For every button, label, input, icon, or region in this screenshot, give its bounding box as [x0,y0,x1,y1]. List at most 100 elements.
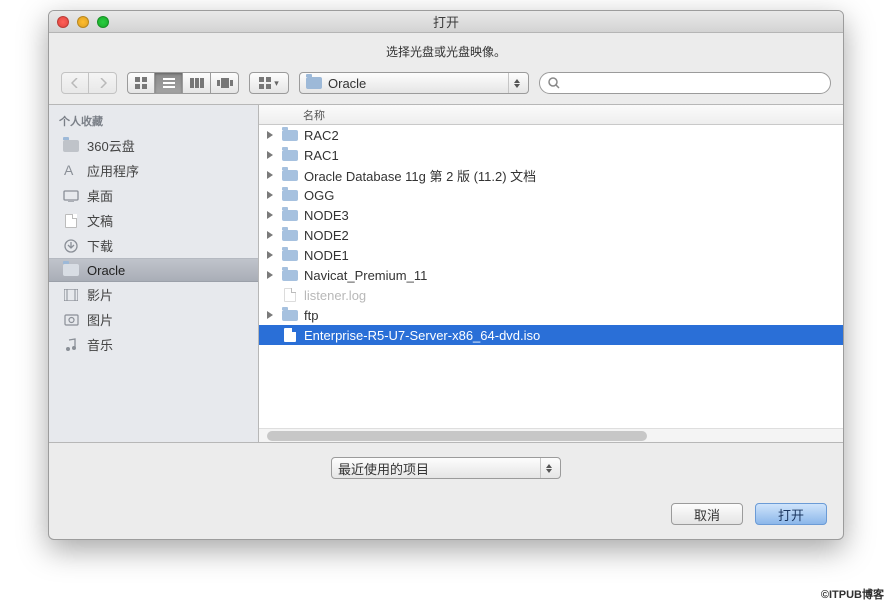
document-icon [284,328,296,342]
file-list[interactable]: RAC2 RAC1 Oracle Database 11g 第 2 版 (11.… [259,125,843,428]
disclosure-triangle-icon[interactable] [267,171,276,179]
arrange-group: ▾ [249,72,289,94]
list-item[interactable]: NODE2 [259,225,843,245]
sidebar-item-label: 音乐 [87,335,113,354]
disclosure-triangle-icon[interactable] [267,311,276,319]
desktop-icon [63,188,79,204]
file-pane: 名称 RAC2 RAC1 Oracle Database 11g 第 2 版 (… [259,105,843,442]
close-button[interactable] [57,16,69,28]
window-title: 打开 [49,12,843,31]
folder-icon [63,138,79,154]
recent-items-popup[interactable]: 最近使用的项目 [331,457,561,479]
nav-history [61,72,117,94]
disclosure-triangle-icon[interactable] [267,151,276,159]
pictures-icon [63,312,79,328]
scrollbar-thumb[interactable] [267,431,647,441]
column-header-name[interactable]: 名称 [259,105,843,125]
list-item[interactable]: NODE1 [259,245,843,265]
folder-icon [282,170,298,181]
sidebar-item-oracle[interactable]: Oracle [49,258,258,282]
folder-icon [282,250,298,261]
view-mode-group [127,72,239,94]
applications-icon: A [63,163,79,179]
music-icon [63,337,79,353]
popup-arrows-icon [540,458,556,478]
list-item[interactable]: Oracle Database 11g 第 2 版 (11.2) 文档 [259,165,843,185]
folder-icon [282,150,298,161]
disclosure-triangle-icon[interactable] [267,191,276,199]
browser-body: 个人收藏 360云盘 A 应用程序 桌面 文稿 下载 [49,105,843,443]
sidebar-item-documents[interactable]: 文稿 [49,208,258,233]
coverflow-view-icon [217,78,233,88]
folder-icon [282,190,298,201]
list-item[interactable]: RAC1 [259,145,843,165]
view-list-button[interactable] [155,72,183,94]
toolbar: ▾ Oracle [49,68,843,105]
back-button[interactable] [61,72,89,94]
disclosure-triangle-icon[interactable] [267,271,276,279]
list-item: listener.log [259,285,843,305]
view-icon-button[interactable] [127,72,155,94]
sidebar-item-movies[interactable]: 影片 [49,282,258,307]
folder-icon [282,270,298,281]
sidebar-item-applications[interactable]: A 应用程序 [49,158,258,183]
disclosure-triangle-icon[interactable] [267,131,276,139]
open-button[interactable]: 打开 [755,503,827,525]
sidebar[interactable]: 个人收藏 360云盘 A 应用程序 桌面 文稿 下载 [49,105,259,442]
list-item[interactable]: Navicat_Premium_11 [259,265,843,285]
popup-arrows-icon [508,73,524,93]
forward-button[interactable] [89,72,117,94]
list-view-icon [163,78,175,88]
disclosure-triangle-icon[interactable] [267,251,276,259]
recent-label: 最近使用的项目 [338,459,534,478]
document-icon [284,288,296,302]
arrange-button[interactable]: ▾ [249,72,289,94]
search-icon [548,77,560,89]
chevron-right-icon [99,78,107,88]
open-dialog-window: 打开 选择光盘或光盘映像。 [48,10,844,540]
zoom-button[interactable] [97,16,109,28]
list-item[interactable]: Enterprise-R5-U7-Server-x86_64-dvd.iso [259,325,843,345]
documents-icon [63,213,79,229]
cancel-button[interactable]: 取消 [671,503,743,525]
sidebar-item-label: 应用程序 [87,161,139,180]
sidebar-item-music[interactable]: 音乐 [49,332,258,357]
titlebar[interactable]: 打开 [49,11,843,33]
disclosure-triangle-icon[interactable] [267,211,276,219]
list-item[interactable]: ftp [259,305,843,325]
minimize-button[interactable] [77,16,89,28]
sidebar-item-pictures[interactable]: 图片 [49,307,258,332]
folder-icon [63,262,79,278]
sidebar-item-label: 图片 [87,310,113,329]
movies-icon [63,287,79,303]
search-field[interactable] [539,72,831,94]
folder-icon [282,310,298,321]
sidebar-item-label: 桌面 [87,186,113,205]
folder-icon [306,77,322,89]
sidebar-item-label: Oracle [87,263,125,278]
sidebar-item-360cloud[interactable]: 360云盘 [49,133,258,158]
view-column-button[interactable] [183,72,211,94]
list-item[interactable]: RAC2 [259,125,843,145]
watermark: ©ITPUB博客 [821,586,884,602]
instruction-text: 选择光盘或光盘映像。 [49,33,843,68]
grid-icon [259,77,271,89]
svg-text:A: A [64,163,74,178]
sidebar-item-label: 下载 [87,236,113,255]
search-input[interactable] [564,75,822,91]
path-popup[interactable]: Oracle [299,72,529,94]
window-controls [57,16,109,28]
footer: 最近使用的项目 取消 打开 [49,443,843,539]
list-item[interactable]: NODE3 [259,205,843,225]
horizontal-scrollbar[interactable] [259,428,843,442]
column-view-icon [190,78,204,88]
downloads-icon [63,238,79,254]
list-item[interactable]: OGG [259,185,843,205]
sidebar-item-downloads[interactable]: 下载 [49,233,258,258]
view-coverflow-button[interactable] [211,72,239,94]
folder-icon [282,130,298,141]
folder-icon [282,210,298,221]
disclosure-triangle-icon[interactable] [267,231,276,239]
icon-view-icon [135,77,147,89]
sidebar-item-desktop[interactable]: 桌面 [49,183,258,208]
